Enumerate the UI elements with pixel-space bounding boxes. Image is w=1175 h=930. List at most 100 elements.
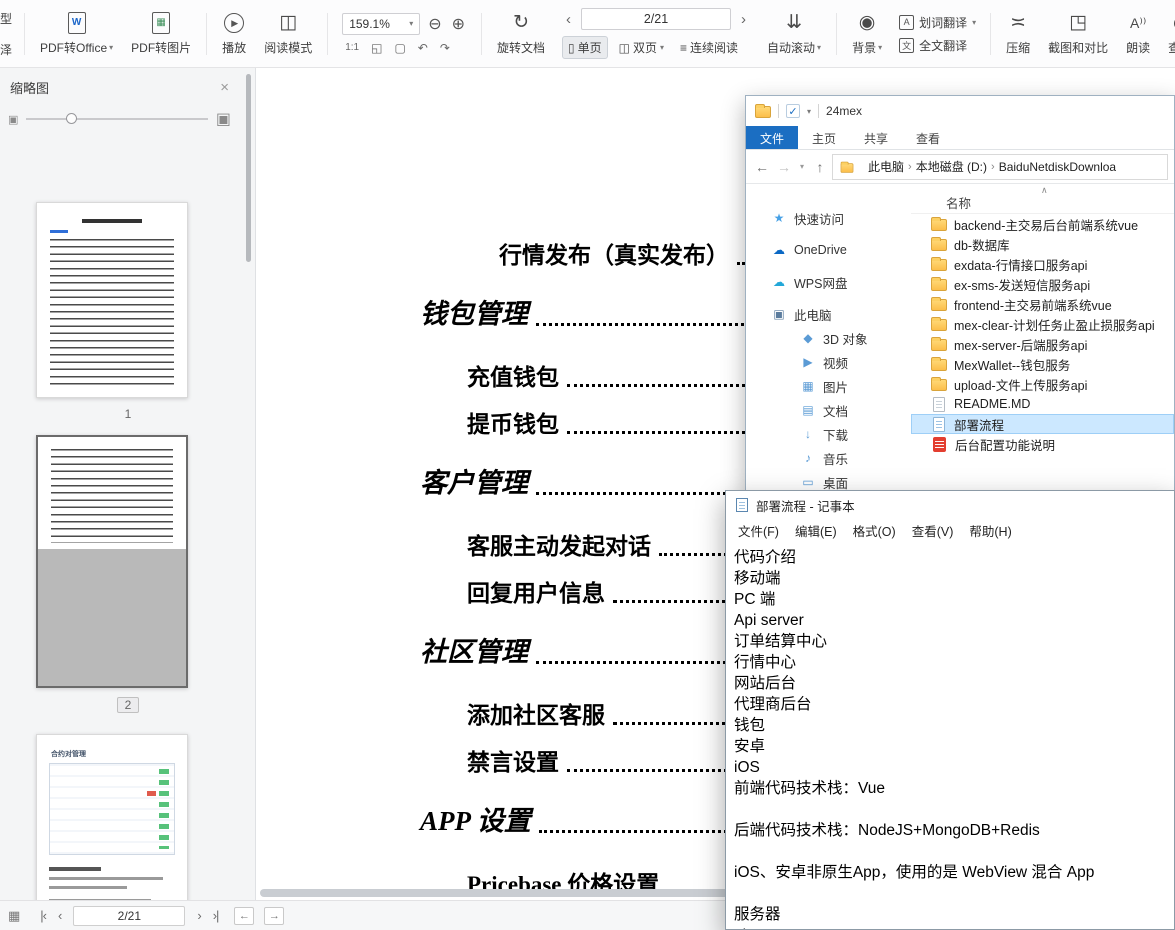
rotate-left-button[interactable]: ↶ [415, 41, 431, 55]
quick-access-toolbar-icon[interactable]: ✓ [786, 104, 800, 118]
clipped-button-bottom[interactable]: 泽 [0, 41, 18, 58]
page-thumbnail-3[interactable]: 合约对管理 [36, 734, 188, 900]
notepad-menu-item[interactable]: 查看(V) [904, 519, 962, 542]
horizontal-scrollbar-thumb[interactable] [260, 889, 736, 897]
thumbnail-smaller-icon[interactable]: ▣ [8, 113, 18, 126]
address-bar[interactable]: 此电脑 › 本地磁盘 (D:) › BaiduNetdiskDownloa [832, 154, 1168, 180]
pdf-to-office-button[interactable]: W PDF转Office▾ [31, 4, 122, 64]
zoom-level-dropdown[interactable]: 159.1% ▾ [342, 13, 420, 35]
compress-button[interactable]: ≍ 压缩 [997, 4, 1039, 64]
explorer-address-row: ← → ▾ ↑ 此电脑 › 本地磁盘 (D:) › BaiduNetdiskDo… [746, 150, 1174, 184]
thumbnail-scrollbar[interactable] [246, 74, 251, 262]
view-forward-button[interactable]: → [264, 907, 284, 925]
breadcrumb-item[interactable]: 本地磁盘 (D:) [916, 158, 987, 175]
nav-item[interactable]: ▭ 桌面 [746, 470, 911, 491]
fit-page-button[interactable]: ▢ [391, 41, 408, 55]
nav-item[interactable]: ★ 快速访问 [746, 206, 911, 230]
explorer-titlebar[interactable]: ✓ ▾ 24mex [746, 96, 1174, 126]
clipped-button-top[interactable]: 型 [0, 10, 18, 27]
page-layout-icon[interactable]: ▦ [8, 908, 20, 924]
file-row[interactable]: ex-sms-发送短信服务api [911, 274, 1174, 294]
file-row[interactable]: 后台配置功能说明 [911, 434, 1174, 454]
nav-item[interactable]: ◆ 3D 对象 [746, 326, 911, 350]
zoom-in-button[interactable]: ⊕ [450, 14, 467, 34]
slider-knob[interactable] [66, 113, 77, 124]
fit-width-button[interactable]: ◱ [368, 41, 385, 55]
screenshot-compare-button[interactable]: ◳ 截图和对比 [1039, 4, 1117, 64]
notepad-menu-item[interactable]: 格式(O) [845, 519, 904, 542]
zoom-out-button[interactable]: ⊖ [426, 14, 443, 34]
file-row[interactable]: mex-clear-计划任务止盈止损服务api [911, 314, 1174, 334]
thumb3-table [49, 763, 175, 855]
nav-item[interactable]: ▤ 文档 [746, 398, 911, 422]
double-page-mode-button[interactable]: ◫ 双页 ▾ [614, 37, 669, 58]
rotate-document-button[interactable]: ↻ 旋转文档 [488, 4, 554, 64]
column-header-name[interactable]: 名称 [946, 193, 971, 212]
page-thumbnail-1[interactable] [36, 202, 188, 398]
find-button[interactable]: 查找 [1159, 4, 1175, 64]
background-button[interactable]: ◉ 背景▾ [843, 4, 891, 64]
file-row[interactable]: frontend-主交易前端系统vue [911, 294, 1174, 314]
file-row[interactable]: README.MD [911, 394, 1174, 414]
previous-page-button[interactable]: ‹ [52, 908, 67, 923]
titlebar-divider [778, 104, 779, 118]
thumbnail-larger-icon[interactable]: ▣ [216, 109, 231, 129]
page-number-input[interactable] [581, 8, 731, 30]
last-page-button[interactable]: ›| [207, 908, 225, 923]
prev-page-button[interactable]: ‹ [562, 11, 575, 28]
notepad-menu-item[interactable]: 文件(F) [730, 519, 787, 542]
file-row[interactable]: 部署流程 [911, 414, 1174, 434]
up-icon[interactable]: ↑ [810, 159, 830, 175]
nav-item[interactable]: ☁ WPS网盘 [746, 270, 911, 294]
file-row[interactable]: exdata-行情接口服务api [911, 254, 1174, 274]
nav-item[interactable]: ♪ 音乐 [746, 446, 911, 470]
ribbon-tab[interactable]: 文件 [746, 126, 798, 149]
notepad-text-area[interactable]: 代码介绍 移动端 PC 端 Api server 订单结算中心 行情中心 网站后… [726, 541, 1174, 929]
auto-scroll-button[interactable]: ⇊ 自动滚动▾ [758, 4, 830, 64]
thumb3-title: 合约对管理 [51, 749, 86, 759]
thumbnail-size-slider[interactable] [26, 118, 207, 120]
statusbar-page-input[interactable] [73, 906, 185, 926]
ribbon-tab[interactable]: 主页 [798, 126, 850, 149]
nav-item[interactable]: ▦ 图片 [746, 374, 911, 398]
rotate-right-button[interactable]: ↷ [437, 41, 453, 55]
nav-item[interactable]: ▶ 视频 [746, 350, 911, 374]
file-row[interactable]: MexWallet--钱包服务 [911, 354, 1174, 374]
next-page-button[interactable]: › [737, 11, 750, 28]
actual-size-button[interactable]: 1:1 [342, 42, 362, 53]
nav-item[interactable]: ↓ 下载 [746, 422, 911, 446]
pdf-to-image-button[interactable]: ▦ PDF转图片 [122, 4, 200, 64]
read-mode-button[interactable]: ◫ 阅读模式 [255, 4, 321, 64]
back-icon[interactable]: ← [752, 159, 772, 175]
full-translate-button[interactable]: 文 全文翻译 [899, 37, 976, 54]
close-icon[interactable]: × [220, 79, 229, 96]
toolbar-clipped-buttons[interactable]: 型 泽 [0, 4, 18, 64]
word-translate-button[interactable]: A 划词翻译 ▾ [899, 14, 976, 31]
continuous-reading-button[interactable]: ≡ 连续阅读 [675, 37, 743, 58]
breadcrumb-item[interactable]: 此电脑 [868, 158, 904, 175]
file-row[interactable]: mex-server-后端服务api [911, 334, 1174, 354]
first-page-button[interactable]: |‹ [34, 908, 52, 923]
forward-icon[interactable]: → [774, 159, 794, 175]
file-row[interactable]: backend-主交易后台前端系统vue [911, 214, 1174, 234]
single-page-mode-button[interactable]: ▯ 单页 [562, 36, 608, 59]
next-page-button-status[interactable]: › [191, 908, 206, 923]
read-aloud-button[interactable]: A⁾⁾ 朗读 [1117, 4, 1159, 64]
nav-item[interactable]: ☁ OneDrive [746, 238, 911, 262]
notepad-titlebar[interactable]: 部署流程 - 记事本 [726, 491, 1174, 519]
file-row[interactable]: upload-文件上传服务api [911, 374, 1174, 394]
file-row[interactable]: db-数据库 [911, 234, 1174, 254]
ribbon-tab[interactable]: 共享 [850, 126, 902, 149]
breadcrumb-item[interactable]: BaiduNetdiskDownloa [999, 160, 1116, 174]
files-column-header[interactable]: ∧ 名称 [911, 184, 1174, 214]
ribbon-tab[interactable]: 查看 [902, 126, 954, 149]
notepad-menu-item[interactable]: 帮助(H) [961, 519, 1019, 542]
nav-item[interactable]: ▣ 此电脑 [746, 302, 911, 326]
notepad-text-line: 代理商后台 [734, 694, 1166, 715]
history-dropdown-icon[interactable]: ▾ [796, 162, 808, 171]
play-button[interactable]: ▶ 播放 [213, 4, 255, 64]
qat-dropdown-icon[interactable]: ▾ [807, 107, 811, 116]
notepad-menu-item[interactable]: 编辑(E) [787, 519, 845, 542]
page-thumbnail-2-current[interactable] [36, 435, 188, 688]
view-back-button[interactable]: ← [234, 907, 254, 925]
